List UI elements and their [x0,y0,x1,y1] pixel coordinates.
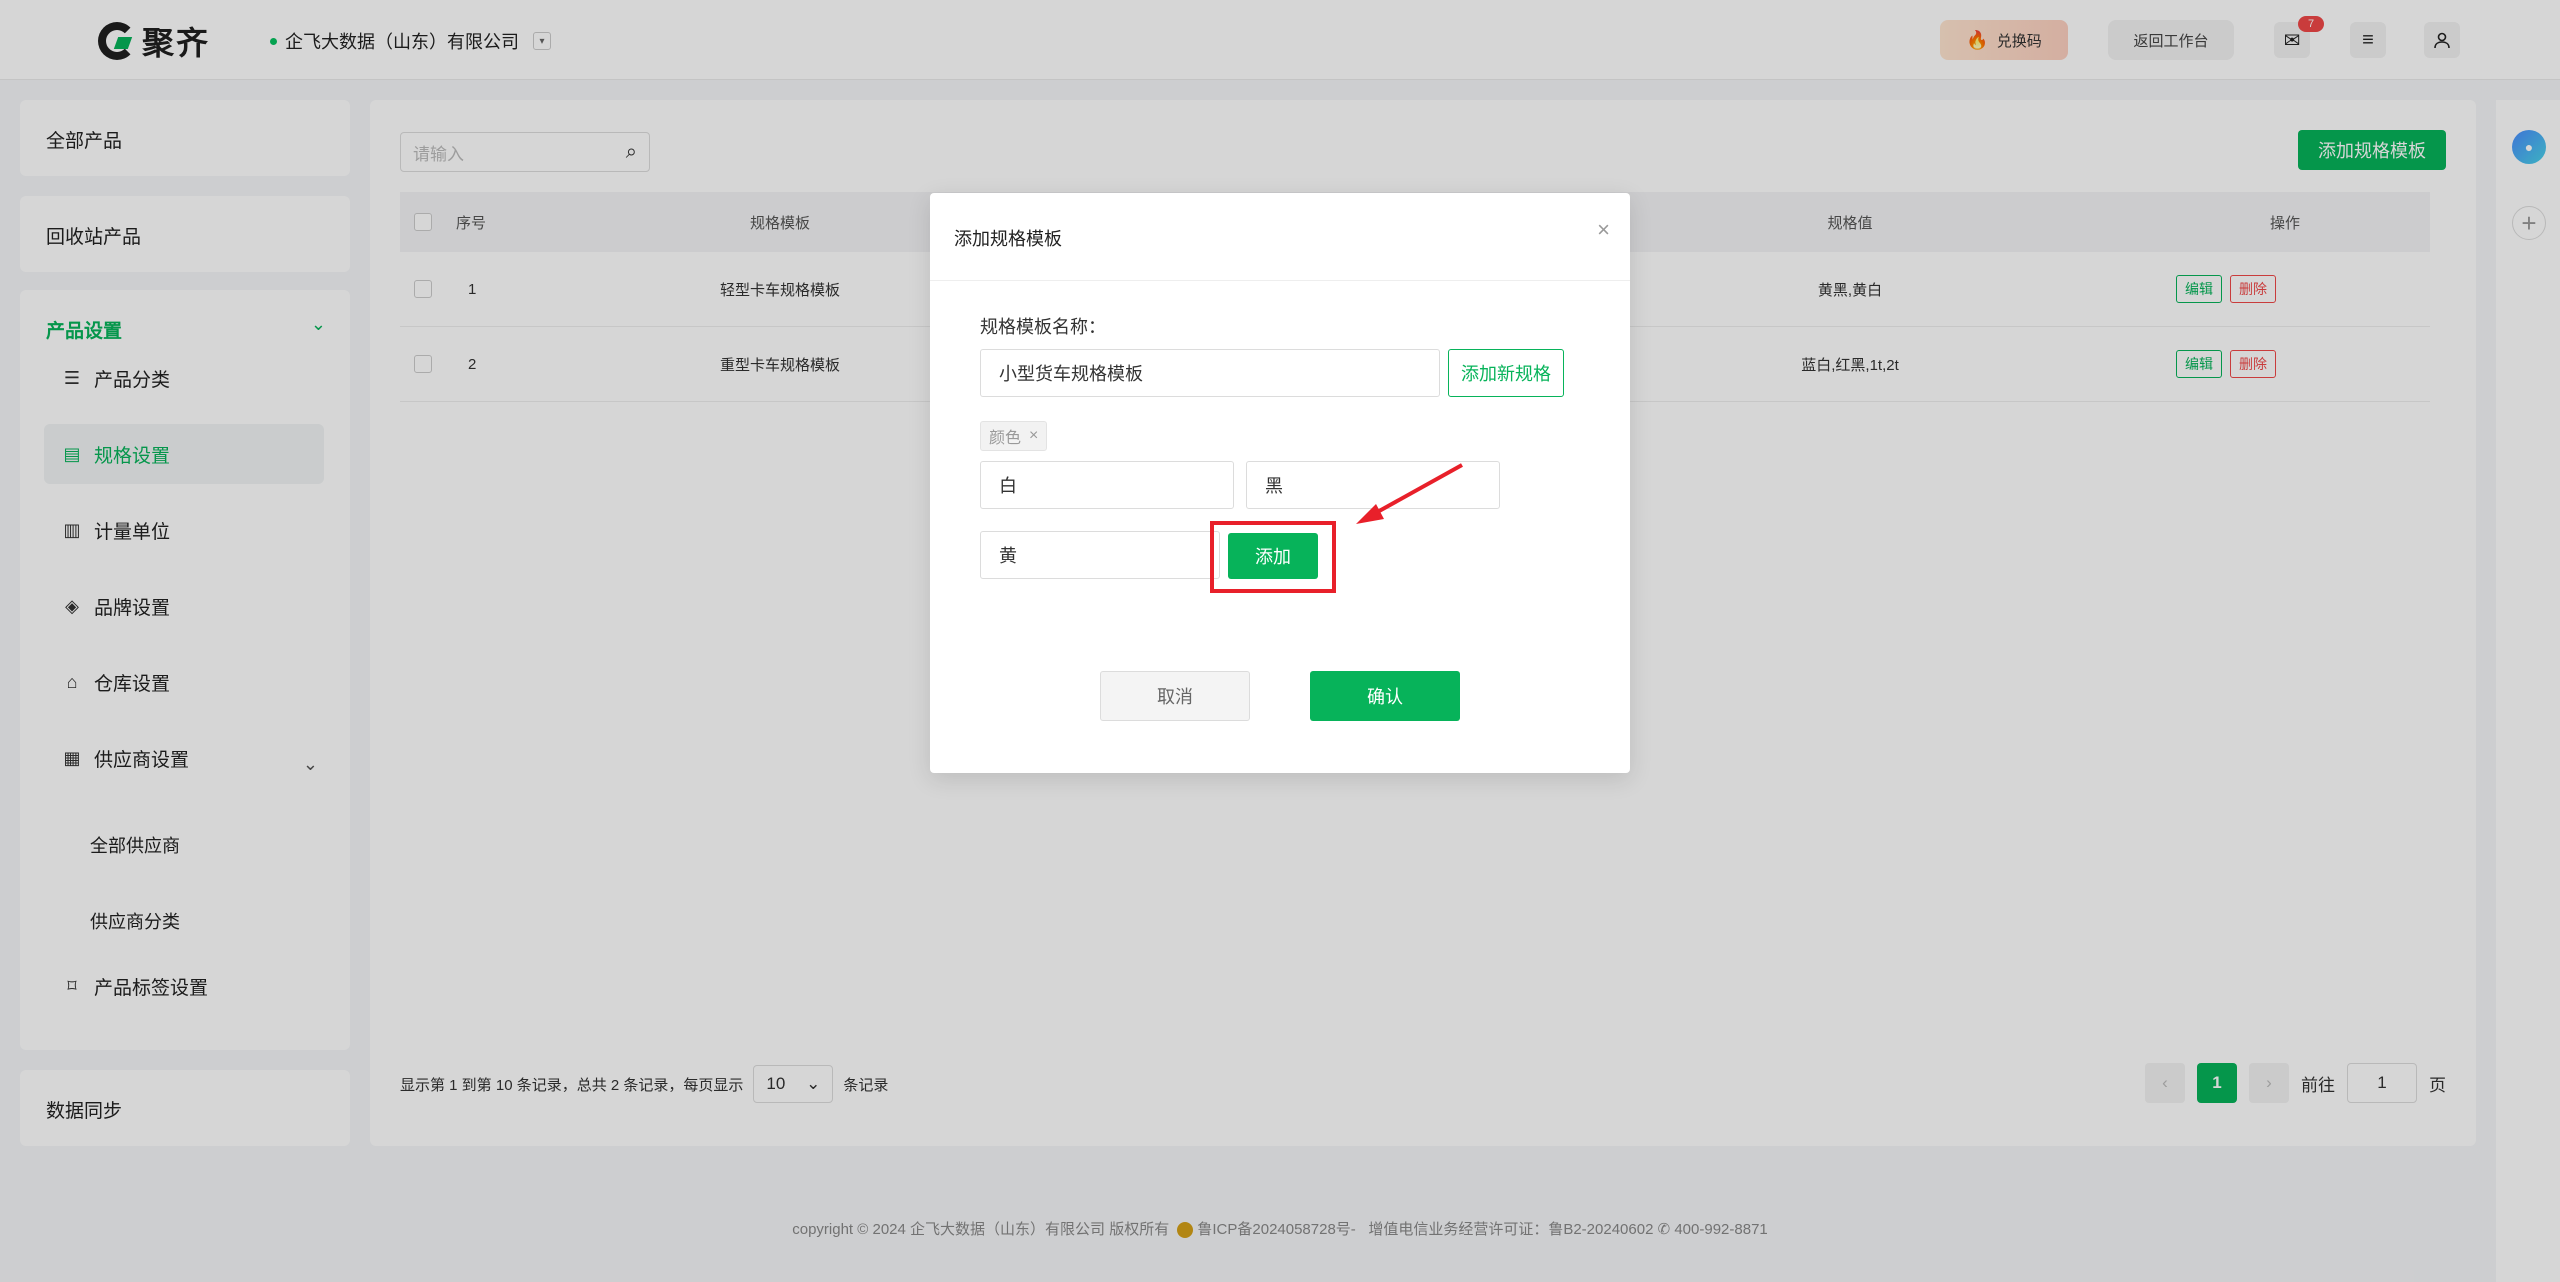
template-name-label: 规格模板名称： [980,317,1106,337]
spec-value-input[interactable]: 白 [980,461,1234,509]
dialog-title: 添加规格模板 [954,229,1062,249]
spec-tag: 颜色 × [980,421,1048,451]
close-icon[interactable]: × [1029,427,1038,445]
confirm-button[interactable]: 确认 [1310,671,1460,721]
annotation-arrow-icon [1356,463,1463,524]
annotation-highlight-box [1210,521,1336,593]
spec-tag-label: 颜色 [989,430,1022,447]
add-spec-template-dialog: 添加规格模板 × 规格模板名称： 小型货车规格模板 添加新规格 颜色 × 白 黑… [930,193,1630,773]
cancel-button[interactable]: 取消 [1100,671,1250,721]
spec-value-input[interactable]: 黄 [980,531,1220,579]
dialog-header: 添加规格模板 × [930,193,1630,281]
add-new-spec-button[interactable]: 添加新规格 [1448,349,1564,397]
template-name-input[interactable]: 小型货车规格模板 [980,349,1440,397]
close-icon[interactable]: × [1597,217,1610,243]
